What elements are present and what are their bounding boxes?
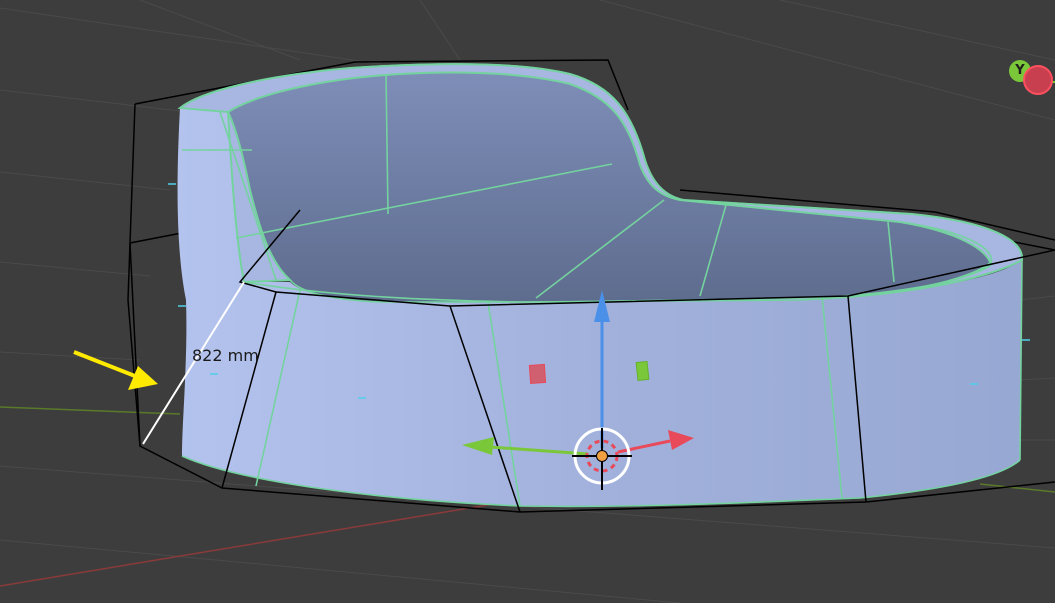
nav-y-axis-label[interactable]: Y [1011, 62, 1029, 80]
y-axis-line [0, 406, 181, 415]
gizmo-plane-xz-handle[interactable] [528, 363, 547, 385]
object-origin-dot [596, 450, 608, 462]
viewport-scene[interactable] [0, 0, 1055, 603]
3d-viewport[interactable]: 822 mm Y [0, 0, 1055, 603]
gizmo-plane-yz-handle[interactable] [635, 360, 650, 382]
annotation-arrow [73, 350, 158, 390]
measurement-label: 822 mm [192, 346, 259, 365]
